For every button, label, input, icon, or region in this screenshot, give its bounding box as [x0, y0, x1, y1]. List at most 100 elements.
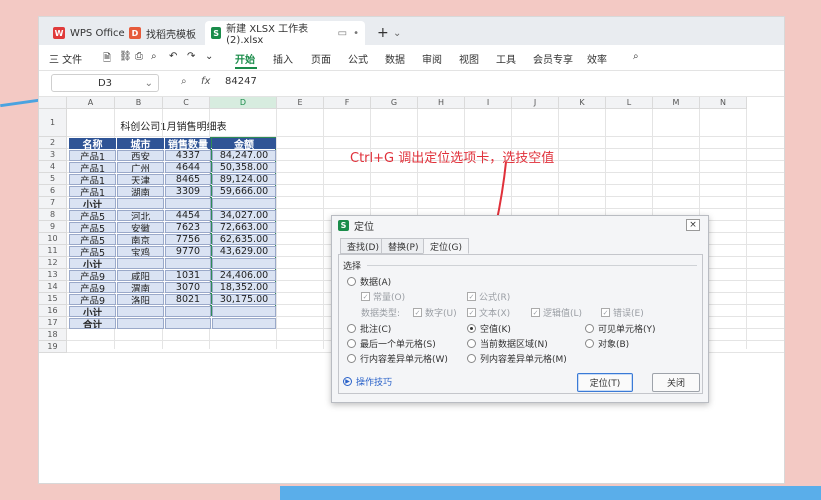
table-cell[interactable]: 1031	[165, 270, 211, 281]
link-icon[interactable]: ⛓	[119, 51, 132, 62]
empty-cell[interactable]	[165, 318, 211, 329]
formula-input[interactable]: 84247	[225, 76, 257, 87]
column-header[interactable]: F	[324, 97, 371, 109]
column-header[interactable]: N	[700, 97, 747, 109]
row-header[interactable]: 13	[39, 269, 67, 281]
row-header[interactable]: 4	[39, 161, 67, 173]
table-cell[interactable]: 产品5	[69, 246, 116, 257]
check-error[interactable]: ✓ 错误(E)	[601, 306, 644, 319]
row-header[interactable]: 11	[39, 245, 67, 257]
more-chevron-icon[interactable]: ⌄	[205, 51, 213, 62]
menu-start[interactable]: 开始	[235, 51, 255, 66]
row-header[interactable]: 10	[39, 233, 67, 245]
goto-button[interactable]: 定位(T)	[577, 373, 633, 392]
menu-efficiency[interactable]: 效率	[587, 51, 607, 66]
empty-cell[interactable]	[165, 306, 211, 317]
table-cell[interactable]: 安徽	[117, 222, 164, 233]
radio-blanks[interactable]: 空值(K)	[467, 322, 511, 335]
row-header[interactable]: 15	[39, 293, 67, 305]
radio-data[interactable]: 数据(A)	[347, 275, 391, 288]
tab-workbook[interactable]: S 新建 XLSX 工作表 (2).xlsx ▭ •	[205, 21, 365, 46]
tips-link[interactable]: ▶ 操作技巧	[343, 375, 392, 388]
table-cell[interactable]: 宝鸡	[117, 246, 164, 257]
radio-row-differences[interactable]: 行内容差异单元格(W)	[347, 352, 448, 365]
table-cell[interactable]: 产品1	[69, 186, 116, 197]
table-cell[interactable]: 产品9	[69, 282, 116, 293]
radio-current-region[interactable]: 当前数据区域(N)	[467, 337, 548, 350]
empty-cell[interactable]	[165, 258, 211, 269]
table-cell[interactable]: 湖南	[117, 186, 164, 197]
table-cell[interactable]: 4337	[165, 150, 211, 161]
check-text[interactable]: ✓ 文本(X)	[467, 306, 510, 319]
row-header[interactable]: 8	[39, 209, 67, 221]
menu-formula[interactable]: 公式	[348, 51, 368, 66]
redo-icon[interactable]: ↷	[187, 51, 195, 62]
check-formula[interactable]: ✓ 公式(R)	[467, 290, 510, 303]
save-icon[interactable]: 🗎	[103, 51, 111, 68]
table-cell[interactable]: 18,352.00	[212, 282, 276, 293]
radio-comments[interactable]: 批注(C)	[347, 322, 391, 335]
table-header-cell[interactable]: 名称	[69, 138, 116, 149]
table-cell[interactable]: 河北	[117, 210, 164, 221]
table-cell[interactable]: 34,027.00	[212, 210, 276, 221]
table-cell[interactable]: 9770	[165, 246, 211, 257]
empty-cell[interactable]	[212, 318, 276, 329]
column-header[interactable]: K	[559, 97, 606, 109]
table-cell[interactable]: 8021	[165, 294, 211, 305]
row-header[interactable]: 6	[39, 185, 67, 197]
fx-icon[interactable]: fx	[201, 76, 210, 87]
column-header[interactable]: A	[67, 97, 115, 109]
column-header[interactable]: E	[277, 97, 324, 109]
table-cell[interactable]: 产品5	[69, 222, 116, 233]
tab-find[interactable]: 查找(D)	[340, 238, 386, 254]
table-cell[interactable]: 24,406.00	[212, 270, 276, 281]
table-cell[interactable]: 天津	[117, 174, 164, 185]
row-header[interactable]: 17	[39, 317, 67, 329]
row-header[interactable]: 19	[39, 341, 67, 353]
table-cell[interactable]: 3309	[165, 186, 211, 197]
empty-cell[interactable]	[117, 198, 164, 209]
row-header[interactable]: 14	[39, 281, 67, 293]
table-cell[interactable]: 产品1	[69, 162, 116, 173]
subtotal-label-cell[interactable]: 合计	[69, 318, 116, 329]
column-header[interactable]: G	[371, 97, 418, 109]
table-cell[interactable]: 4644	[165, 162, 211, 173]
table-cell[interactable]: 72,663.00	[212, 222, 276, 233]
menu-member[interactable]: 会员专享	[533, 51, 573, 66]
subtotal-label-cell[interactable]: 小计	[69, 306, 116, 317]
table-cell[interactable]: 洛阳	[117, 294, 164, 305]
empty-cell[interactable]	[117, 258, 164, 269]
undo-icon[interactable]: ↶	[169, 51, 177, 62]
column-header[interactable]: C	[163, 97, 210, 109]
column-header[interactable]: H	[418, 97, 465, 109]
tab-docer[interactable]: D 找稻壳模板	[123, 21, 202, 45]
radio-last-cell[interactable]: 最后一个单元格(S)	[347, 337, 436, 350]
column-header[interactable]: J	[512, 97, 559, 109]
empty-cell[interactable]	[117, 318, 164, 329]
search-icon[interactable]: ⌕	[633, 51, 639, 62]
column-header[interactable]: D	[210, 97, 277, 109]
row-header[interactable]: 16	[39, 305, 67, 317]
table-cell[interactable]: 7756	[165, 234, 211, 245]
menu-data[interactable]: 数据	[385, 51, 405, 66]
table-cell[interactable]: 7623	[165, 222, 211, 233]
check-logical[interactable]: ✓ 逻辑值(L)	[531, 306, 582, 319]
empty-cell[interactable]	[212, 258, 276, 269]
table-cell[interactable]: 产品5	[69, 210, 116, 221]
table-cell[interactable]: 产品1	[69, 174, 116, 185]
column-header[interactable]: I	[465, 97, 512, 109]
table-cell[interactable]: 产品5	[69, 234, 116, 245]
table-cell[interactable]: 59,666.00	[212, 186, 276, 197]
column-header[interactable]: M	[653, 97, 700, 109]
row-header[interactable]: 2	[39, 137, 67, 149]
close-icon[interactable]: ×	[686, 219, 700, 231]
sheet-title[interactable]: 科创公司1月销售明细表	[69, 118, 278, 133]
tab-list-chevron-icon[interactable]: ⌄	[387, 21, 407, 45]
empty-cell[interactable]	[212, 306, 276, 317]
table-cell[interactable]: 8465	[165, 174, 211, 185]
table-cell[interactable]: 62,635.00	[212, 234, 276, 245]
table-cell[interactable]: 南京	[117, 234, 164, 245]
tab-wps-office[interactable]: W WPS Office	[47, 21, 131, 45]
menu-tools[interactable]: 工具	[496, 51, 516, 66]
row-header[interactable]: 1	[39, 109, 67, 137]
